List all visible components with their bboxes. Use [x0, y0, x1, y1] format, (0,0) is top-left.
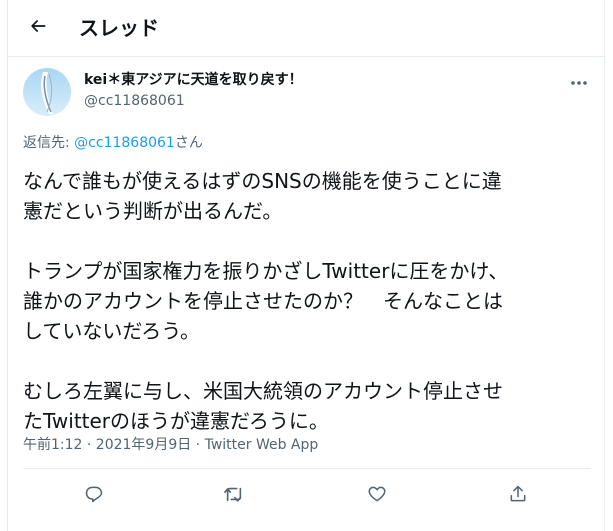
reply-button[interactable]	[80, 482, 108, 510]
share-button[interactable]	[504, 482, 532, 510]
tweet-text: なんで誰もが使えるはずのSNSの機能を使うことに違 憲だという判断が出るんだ。 …	[23, 166, 598, 436]
avatar[interactable]	[23, 68, 71, 116]
back-button[interactable]	[22, 12, 54, 44]
share-icon	[508, 484, 528, 508]
display-name[interactable]: kei＊東アジアに天道を取り戻す！	[84, 71, 303, 89]
retweet-icon	[223, 484, 245, 508]
tweet-line: していないだろう。	[23, 319, 200, 343]
tweet-line: たTwitterのほうが違憲だろうに。	[23, 409, 329, 433]
more-dots-icon	[570, 71, 588, 90]
reply-context: 返信先: @cc11868061さん	[23, 134, 203, 152]
user-handle[interactable]: @cc11868061	[84, 92, 185, 110]
heart-icon	[367, 484, 387, 508]
page-background	[605, 0, 613, 531]
retweet-button[interactable]	[220, 482, 248, 510]
left-border	[7, 0, 8, 531]
tweet-line: なんで誰もが使えるはずのSNSの機能を使うことに違	[23, 169, 502, 193]
header: スレッド	[8, 0, 604, 57]
reply-suffix: さん	[174, 135, 203, 151]
tweet-line: トランプが国家権力を振りかざしTwitterに圧をかけ、	[23, 259, 509, 283]
tweet-timestamp[interactable]: 午前1:12 · 2021年9月9日 · Twitter Web App	[23, 436, 318, 454]
page-title: スレッド	[79, 16, 159, 40]
reply-icon	[84, 484, 104, 508]
reply-prefix: 返信先:	[23, 135, 75, 151]
like-button[interactable]	[363, 482, 391, 510]
reply-mention-link[interactable]: @cc11868061	[74, 135, 175, 151]
divider	[23, 468, 591, 469]
more-button[interactable]	[566, 70, 592, 90]
tweet-line: 憲だという判断が出るんだ。	[23, 199, 283, 223]
arrow-left-icon	[28, 16, 48, 40]
tweet-line: 誰かのアカウントを停止させたのか？ そんなことは	[23, 289, 503, 313]
tweet-line: むしろ左翼に与し、米国大統領のアカウント停止させ	[23, 379, 503, 403]
